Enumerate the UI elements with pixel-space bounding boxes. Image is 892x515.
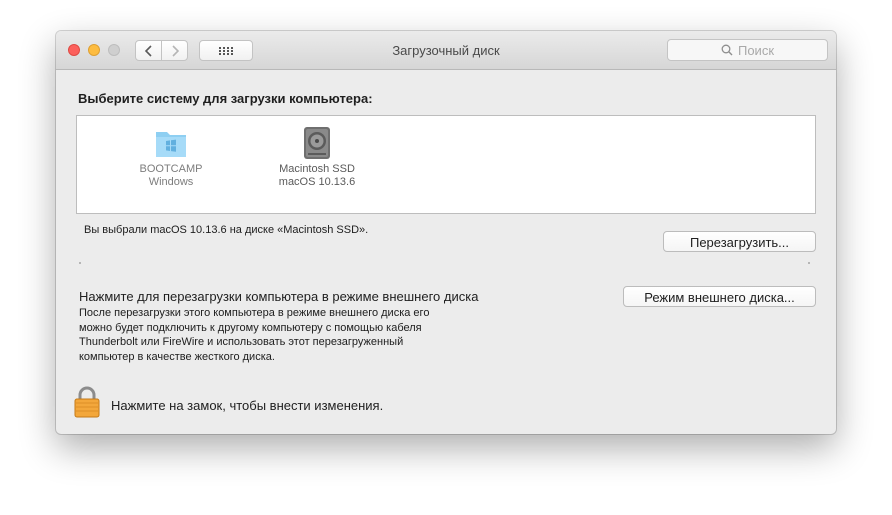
restart-button[interactable]: Перезагрузить... [663,231,816,252]
disk-item-bootcamp[interactable]: BOOTCAMP Windows [116,126,226,189]
search-icon [721,44,733,56]
lock-icon[interactable] [73,386,101,418]
disk-system: macOS 10.13.6 [278,176,356,188]
search-placeholder: Поиск [737,42,775,58]
startup-disk-window: Загрузочный диск Поиск Выберите систему … [56,31,836,434]
divider-dot [79,262,81,264]
description-line: можно будет подключить к другому компьют… [79,321,422,334]
selected-disk-info: Вы выбрали macOS 10.13.6 на диске «Macin… [84,224,369,236]
bootcamp-folder-icon [156,132,186,157]
divider-dot [808,262,810,264]
disk-list: BOOTCAMP Windows Macintosh SSD macOS 10.… [76,115,816,214]
title-bar: Загрузочный диск Поиск [56,31,836,70]
hard-disk-icon [304,127,330,159]
disk-item-macintosh-ssd[interactable]: Macintosh SSD macOS 10.13.6 [262,126,372,189]
description-line: компьютер в качестве жесткого диска. [79,350,275,363]
lock-hint: Нажмите на замок, чтобы внести изменения… [111,398,384,413]
target-disk-mode-button[interactable]: Режим внешнего диска... [623,286,816,307]
disk-system: Windows [148,176,194,188]
disk-name: Macintosh SSD [279,163,355,175]
select-system-heading: Выберите систему для загрузки компьютера… [78,91,373,106]
description-line: После перезагрузки этого компьютера в ре… [79,307,430,319]
disk-name: BOOTCAMP [139,163,203,175]
target-mode-title: Нажмите для перезагрузки компьютера в ре… [79,289,479,304]
target-mode-description: После перезагрузки этого компьютера в ре… [79,306,509,364]
search-field[interactable]: Поиск [667,39,828,61]
description-line: Thunderbolt или FireWire и использовать … [79,336,404,348]
